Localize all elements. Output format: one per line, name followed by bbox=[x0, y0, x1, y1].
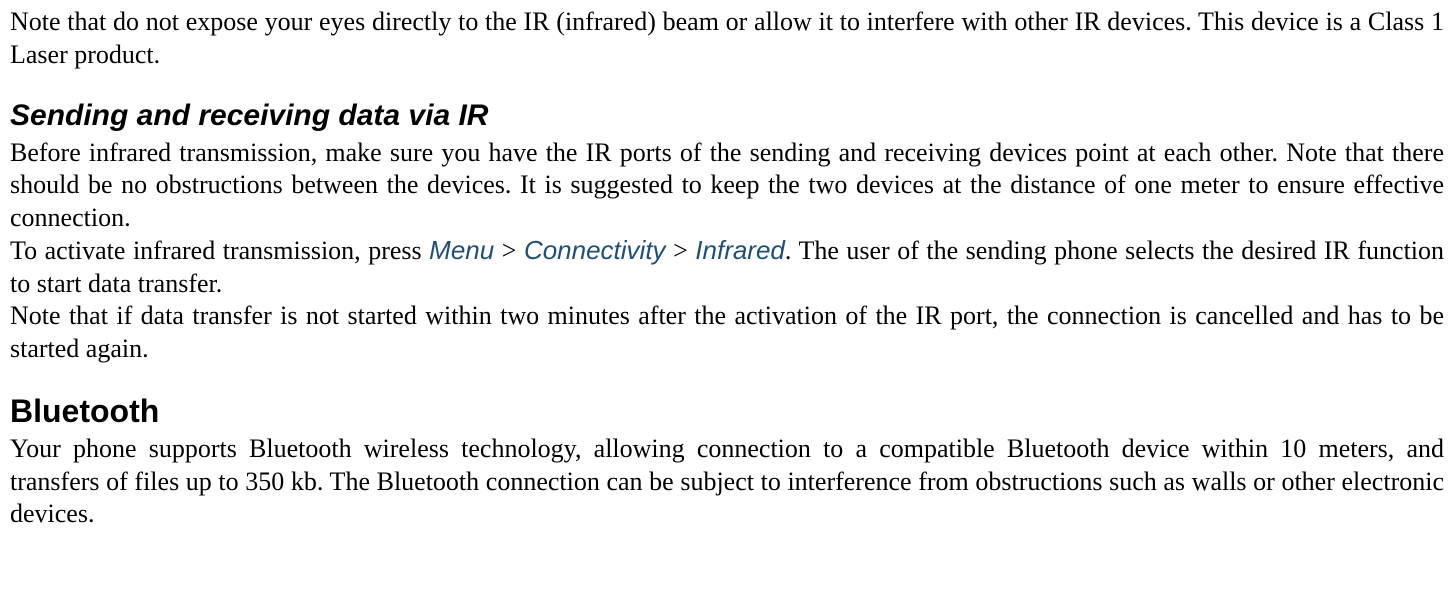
ir-paragraph-2: To activate infrared transmission, press… bbox=[10, 234, 1444, 300]
menu-path-separator-1: > bbox=[494, 236, 524, 265]
ir-paragraph-3: Note that if data transfer is not starte… bbox=[10, 300, 1444, 365]
ir-paragraph-1: Before infrared transmission, make sure … bbox=[10, 137, 1444, 235]
menu-path-menu: Menu bbox=[429, 235, 494, 265]
ir-p2-pre-text: To activate infrared transmission, press bbox=[10, 236, 429, 265]
menu-path-separator-2: > bbox=[666, 236, 696, 265]
heading-sending-receiving-ir: Sending and receiving data via IR bbox=[10, 97, 1444, 135]
heading-bluetooth: Bluetooth bbox=[10, 391, 1444, 431]
intro-paragraph: Note that do not expose your eyes direct… bbox=[10, 6, 1444, 71]
bluetooth-paragraph-1: Your phone supports Bluetooth wireless t… bbox=[10, 433, 1444, 531]
menu-path-infrared: Infrared bbox=[695, 235, 785, 265]
menu-path-connectivity: Connectivity bbox=[524, 235, 666, 265]
